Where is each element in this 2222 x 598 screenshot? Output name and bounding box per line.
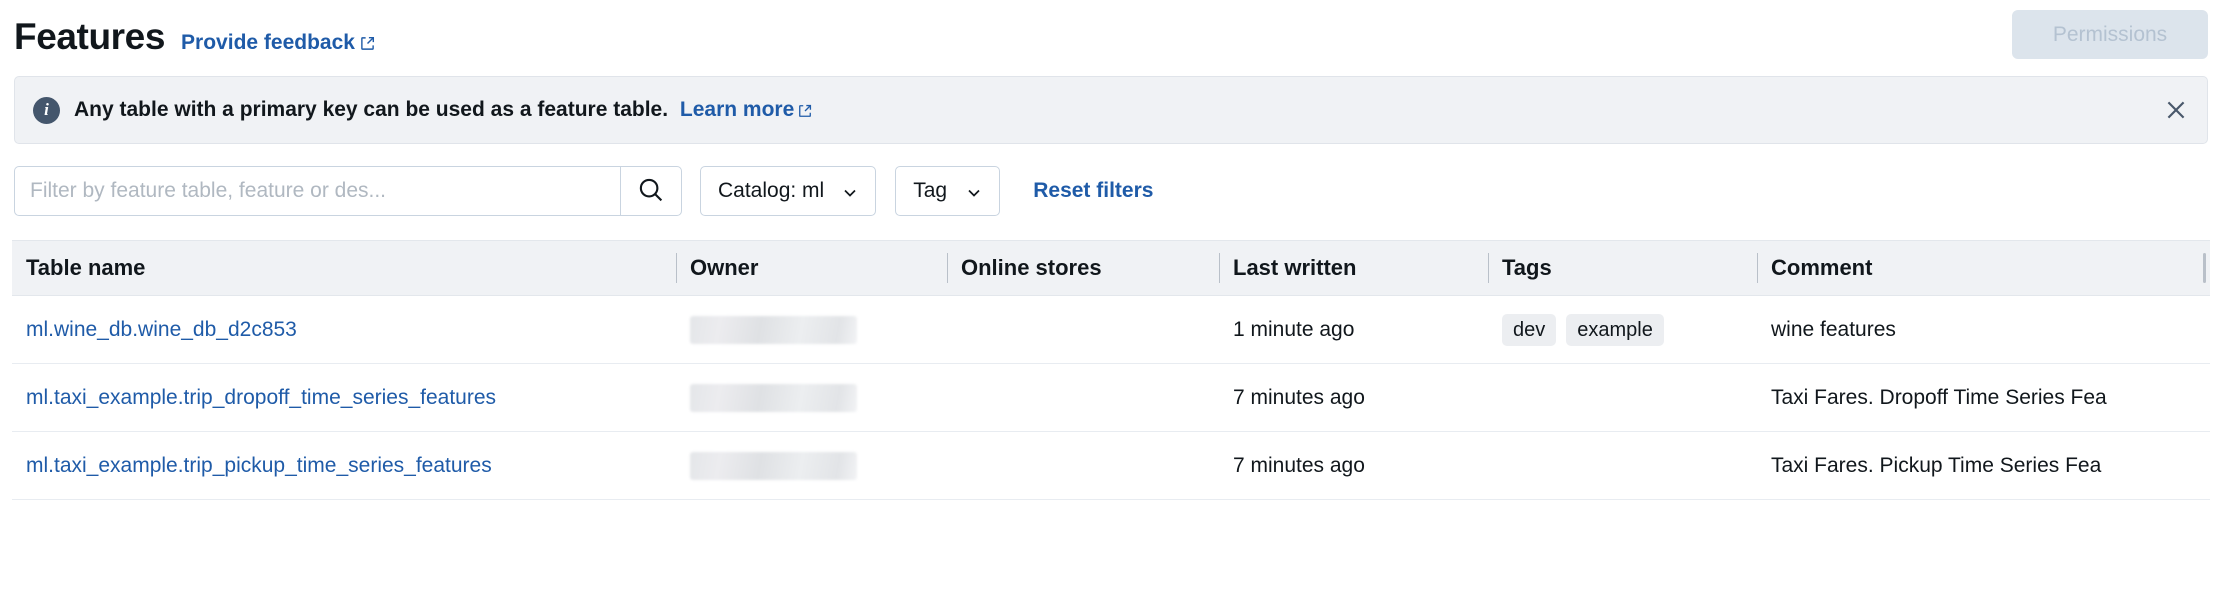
search-icon	[636, 175, 666, 208]
learn-more-label: Learn more	[680, 98, 794, 122]
feature-table-link[interactable]: ml.wine_db.wine_db_d2c853	[26, 318, 297, 342]
cell-online-stores	[947, 432, 1219, 499]
chevron-down-icon	[842, 183, 858, 199]
cell-table-name: ml.taxi_example.trip_pickup_time_series_…	[12, 432, 676, 499]
column-header-owner[interactable]: Owner	[676, 241, 947, 295]
redacted-owner	[690, 452, 857, 480]
cell-comment: Taxi Fares. Pickup Time Series Fea	[1757, 432, 2210, 499]
cell-last-written: 7 minutes ago	[1219, 432, 1488, 499]
banner-message: Any table with a primary key can be used…	[74, 98, 668, 121]
page-title: Features	[14, 18, 165, 55]
chevron-down-icon	[966, 183, 982, 199]
filter-bar: Catalog: ml Tag Reset filters	[14, 166, 2208, 216]
cell-owner	[676, 432, 947, 499]
feature-table-link[interactable]: ml.taxi_example.trip_dropoff_time_series…	[26, 386, 496, 410]
tag-filter-dropdown[interactable]: Tag	[895, 166, 1000, 216]
external-link-icon	[360, 36, 375, 51]
table-header-row: Table name Owner Online stores Last writ…	[12, 240, 2210, 296]
column-header-table-name[interactable]: Table name	[12, 241, 676, 295]
info-banner: i Any table with a primary key can be us…	[14, 76, 2208, 144]
title-group: Features Provide feedback	[14, 18, 375, 55]
cell-owner	[676, 364, 947, 431]
table-row[interactable]: ml.taxi_example.trip_pickup_time_series_…	[12, 432, 2210, 500]
column-header-comment[interactable]: Comment	[1757, 241, 2210, 295]
search-input[interactable]	[14, 166, 620, 216]
search-button[interactable]	[620, 166, 682, 216]
cell-table-name: ml.wine_db.wine_db_d2c853	[12, 296, 676, 363]
cell-last-written: 1 minute ago	[1219, 296, 1488, 363]
redacted-owner	[690, 384, 857, 412]
search-group	[14, 166, 682, 216]
features-table: Table name Owner Online stores Last writ…	[12, 240, 2210, 500]
feature-table-link[interactable]: ml.taxi_example.trip_pickup_time_series_…	[26, 454, 492, 478]
permissions-button[interactable]: Permissions	[2012, 10, 2208, 59]
tag-badge: example	[1566, 314, 1664, 346]
catalog-filter-label: Catalog: ml	[718, 179, 824, 203]
table-row[interactable]: ml.taxi_example.trip_dropoff_time_series…	[12, 364, 2210, 432]
info-icon: i	[33, 97, 60, 124]
catalog-filter-dropdown[interactable]: Catalog: ml	[700, 166, 876, 216]
external-link-icon	[798, 104, 813, 119]
cell-last-written: 7 minutes ago	[1219, 364, 1488, 431]
redacted-owner	[690, 316, 857, 344]
cell-table-name: ml.taxi_example.trip_dropoff_time_series…	[12, 364, 676, 431]
close-icon[interactable]	[2159, 93, 2193, 127]
tag-badge: dev	[1502, 314, 1556, 346]
cell-comment: Taxi Fares. Dropoff Time Series Fea	[1757, 364, 2210, 431]
cell-online-stores	[947, 296, 1219, 363]
tag-filter-label: Tag	[913, 179, 947, 203]
column-header-tags[interactable]: Tags	[1488, 241, 1757, 295]
cell-online-stores	[947, 364, 1219, 431]
table-row[interactable]: ml.wine_db.wine_db_d2c853 1 minute ago d…	[12, 296, 2210, 364]
column-header-online-stores[interactable]: Online stores	[947, 241, 1219, 295]
cell-owner	[676, 296, 947, 363]
provide-feedback-link[interactable]: Provide feedback	[181, 31, 375, 55]
reset-filters-link[interactable]: Reset filters	[1033, 179, 1153, 203]
cell-tags	[1488, 432, 1757, 499]
cell-comment: wine features	[1757, 296, 2210, 363]
learn-more-link[interactable]: Learn more	[680, 98, 813, 122]
cell-tags: dev example	[1488, 296, 1757, 363]
cell-tags	[1488, 364, 1757, 431]
page-header: Features Provide feedback Permissions	[0, 0, 2222, 72]
banner-message-wrap: Any table with a primary key can be used…	[74, 98, 813, 122]
column-header-last-written[interactable]: Last written	[1219, 241, 1488, 295]
provide-feedback-label: Provide feedback	[181, 31, 355, 55]
